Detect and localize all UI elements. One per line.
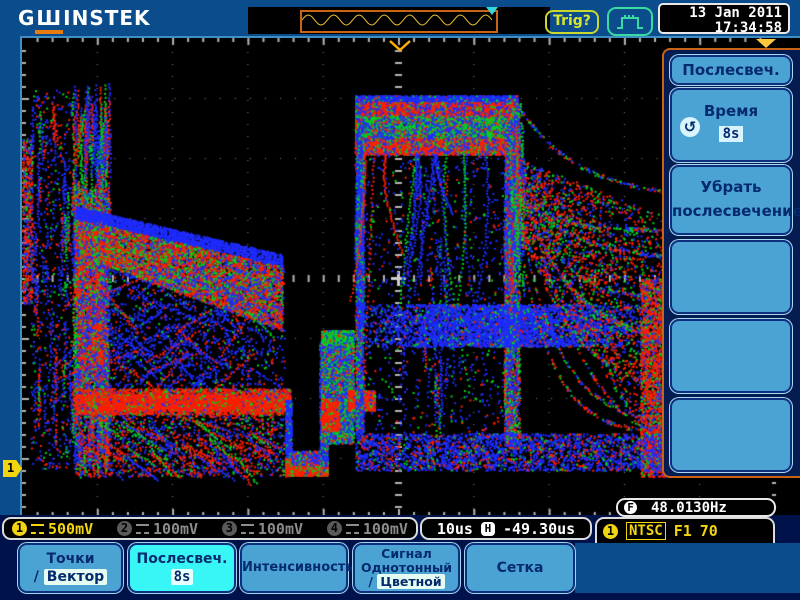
dc-coupling-icon <box>31 524 44 534</box>
grid-button[interactable]: Сетка <box>465 543 575 593</box>
channel-4-scale: 100mV <box>363 520 408 538</box>
channel-1-scale: 500mV <box>48 520 93 538</box>
channel-1-status: 1 500mV <box>12 520 93 538</box>
time-value: 8s <box>719 126 744 142</box>
trigger-standard: NTSC <box>626 522 666 540</box>
time-text: 17:34:58 <box>660 21 782 36</box>
channel-status-box: 1 500mV 2 100mV 3 100mV 4 100mV <box>2 517 418 540</box>
side-menu: Послесвеч. ↺ Время 8s Убрать послесвечен… <box>662 48 800 478</box>
channel-3-badge: 3 <box>222 521 237 536</box>
channel-2-status: 2 100mV <box>117 520 198 538</box>
trigger-type-badge <box>607 7 653 36</box>
timebase-position: -49.30us <box>503 520 575 538</box>
intensity-label: Интенсивность <box>242 559 346 577</box>
channel-1-badge: 1 <box>12 521 27 536</box>
oscilloscope-screen: GШINSTEK Trig? 13 Jan 2011 17:34:58 1 По… <box>0 0 800 600</box>
persistence-button[interactable]: Послесвеч. 8s <box>128 543 236 593</box>
timebase-scale: 10us <box>437 520 473 538</box>
signal-label: Сигнал <box>355 547 458 561</box>
channel-4-status: 4 100mV <box>327 520 408 538</box>
clear-line1: Убрать <box>672 175 790 199</box>
dc-coupling-icon <box>136 524 149 534</box>
memory-cursor-icon <box>486 7 498 15</box>
trigger-line: 70 <box>700 522 718 540</box>
trigger-status-badge: Trig? <box>545 10 599 34</box>
trigger-source-badge: 1 <box>603 524 618 539</box>
color-value: Цветной <box>377 574 444 589</box>
logo-instek: INSTEK <box>63 6 150 30</box>
softkey-empty-3[interactable] <box>670 398 792 472</box>
dots-vector-button[interactable]: Точки / Вектор <box>18 543 123 593</box>
horizontal-icon: H <box>481 522 495 536</box>
frequency-readout: F 48.0130Hz <box>616 498 776 517</box>
trigger-field: F1 <box>674 522 692 540</box>
dc-coupling-icon <box>241 524 254 534</box>
clear-persistence-button[interactable]: Убрать послесвечение <box>670 165 792 235</box>
menu-title-persistence: Послесвеч. <box>670 55 792 85</box>
knob-icon[interactable]: ↺ <box>680 117 700 137</box>
channel-2-badge: 2 <box>117 521 132 536</box>
persistence-time-button[interactable]: ↺ Время 8s <box>670 88 792 162</box>
datetime-box: 13 Jan 2011 17:34:58 <box>658 3 790 34</box>
channel-3-status: 3 100mV <box>222 520 303 538</box>
frequency-value: 48.0130Hz <box>651 500 727 516</box>
dots-label: Точки <box>20 550 121 568</box>
channel-2-scale: 100mV <box>153 520 198 538</box>
slash-prefix: / <box>368 574 373 589</box>
vector-value: Вектор <box>44 569 107 585</box>
channel-3-scale: 100mV <box>258 520 303 538</box>
softkey-empty-1[interactable] <box>670 240 792 314</box>
pulse-icon <box>616 13 644 31</box>
persistence-value: 8s <box>171 569 194 585</box>
mono-label: Однотонный <box>355 561 458 575</box>
memory-bar <box>248 7 550 34</box>
frequency-icon: F <box>624 501 637 514</box>
intensity-button[interactable]: Интенсивность <box>240 543 348 593</box>
trigger-position-marker[interactable] <box>388 39 412 52</box>
trigger-level-marker[interactable] <box>756 39 776 48</box>
softkey-empty-2[interactable] <box>670 319 792 393</box>
timebase-box: 10us H -49.30us <box>420 517 592 540</box>
memory-window-box[interactable] <box>300 10 498 33</box>
dc-coupling-icon <box>346 524 359 534</box>
bottom-right-background <box>575 543 800 593</box>
channel-4-badge: 4 <box>327 521 342 536</box>
logo-g: G <box>18 6 35 30</box>
date-text: 13 Jan 2011 <box>660 6 782 21</box>
slash-prefix: / <box>34 569 39 585</box>
brand-logo: GШINSTEK <box>18 6 151 30</box>
clear-line2: послесвечение <box>672 199 790 223</box>
logo-w-glyph: Ш <box>35 6 63 34</box>
grid-label: Сетка <box>467 559 573 577</box>
signal-mode-button[interactable]: Сигнал Однотонный / Цветной <box>353 543 460 593</box>
persistence-label: Послесвеч. <box>130 550 234 568</box>
memory-waveform-icon <box>302 12 492 27</box>
